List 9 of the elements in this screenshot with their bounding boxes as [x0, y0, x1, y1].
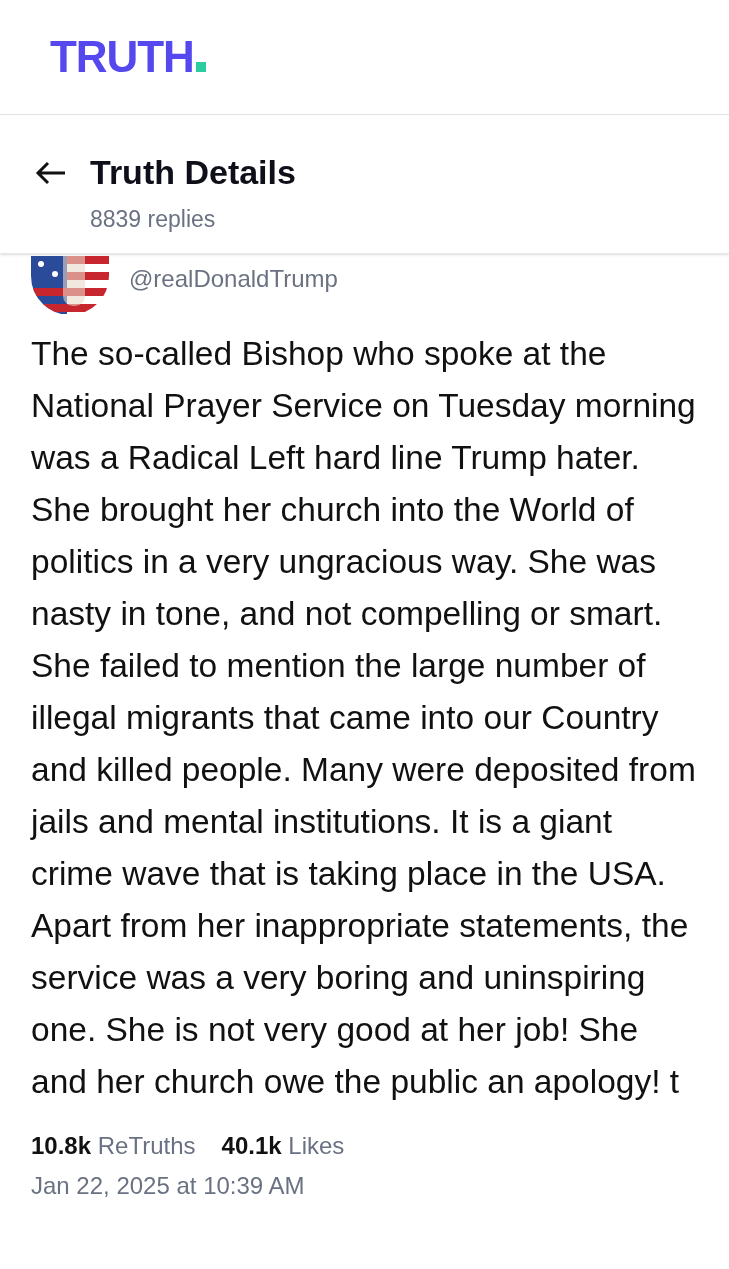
post-stat[interactable]: 10.8k ReTruths [31, 1127, 196, 1164]
page-title: Truth Details [90, 152, 296, 193]
reply-count: 8839 replies [90, 205, 217, 234]
post-text: The so-called Bishop who spoke at the National Prayer Service on Tuesday morning was a Radical Left hard line Trump hater. She brought her church into the World of politics in a very ungracious way. She was nasty in tone, and not compelling or smart. She failed to mention the large number of illegal migrants that came into our Country and killed people. Many were deposited from jails and mental institutions. It is a giant crime wave that is taking place in the USA. Apart from her inappropriate statements, the service was a very boring and uninspiring one. She is not very good at her job! She and her church owe the public an apology! t [31, 333, 697, 1102]
post-stat[interactable]: 40.1k Likes [221, 1127, 345, 1164]
logo: TRUTH [50, 35, 194, 79]
back-arrow-icon [35, 160, 67, 185]
post-timestamp: Jan 22, 2025 at 10:39 AM [31, 1170, 306, 1201]
user-handle: @realDonaldTrump [129, 263, 338, 294]
